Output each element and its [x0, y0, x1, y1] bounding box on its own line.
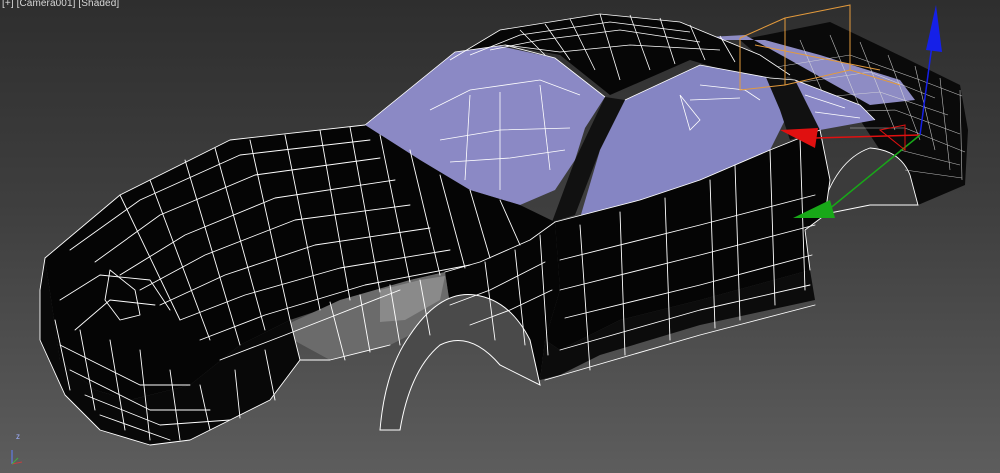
viewport-shading-label[interactable]: [Shaded]	[78, 0, 119, 9]
viewport-menu-label[interactable]: [+]	[2, 0, 14, 9]
viewport-scene[interactable]	[0, 0, 1000, 473]
viewport-label[interactable]: [+] [Camera001] [Shaded]	[2, 0, 119, 9]
3d-viewport[interactable]: [+] [Camera001] [Shaded] z	[0, 0, 1000, 473]
axis-tripod	[11, 450, 23, 465]
viewport-camera-label[interactable]: [Camera001]	[17, 0, 76, 9]
axis-tripod-z-label: z	[16, 432, 20, 441]
gizmo-z-arrow[interactable]	[926, 5, 942, 52]
